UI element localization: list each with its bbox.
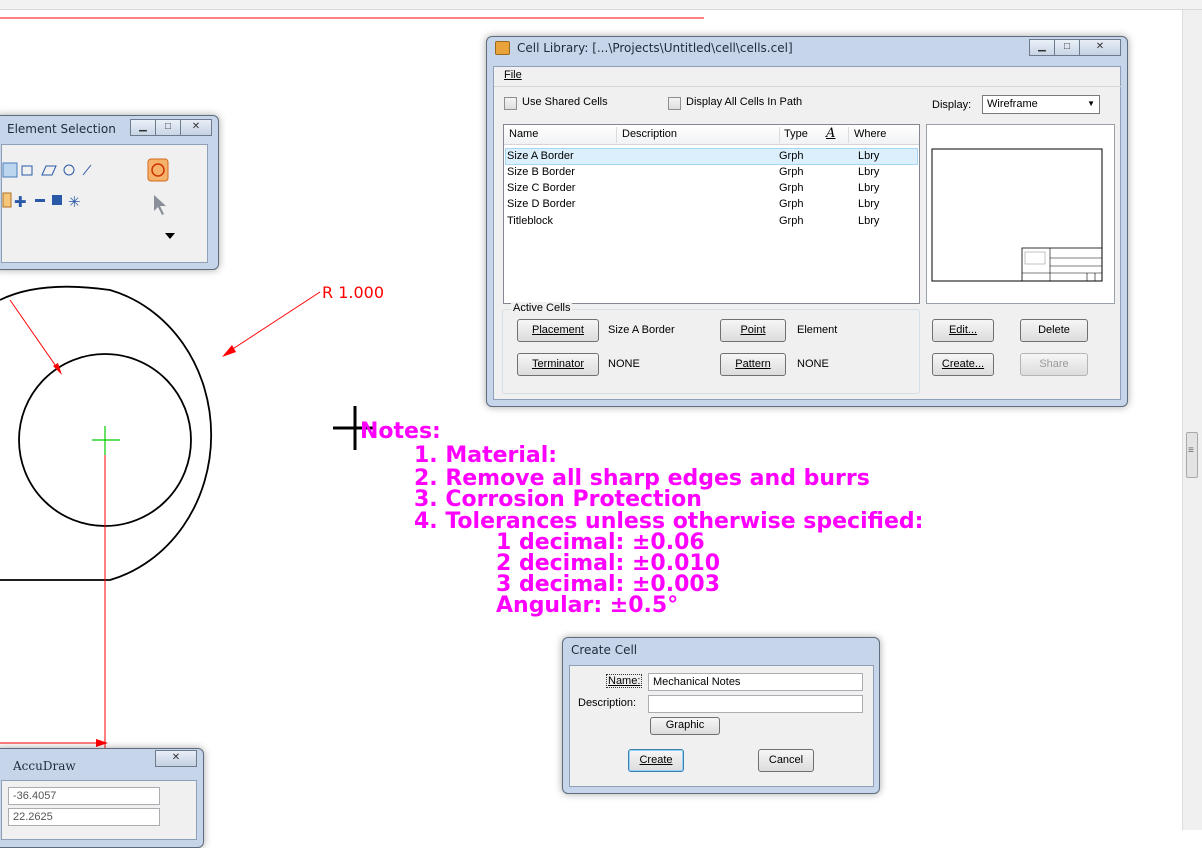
cell-library-body: File Use Shared Cells Display All Cells … bbox=[493, 66, 1122, 400]
cell-type: Grph bbox=[779, 198, 804, 210]
accudraw-x-field[interactable]: -36.4057 bbox=[8, 787, 160, 805]
table-row[interactable]: Titleblock Grph Lbry bbox=[505, 214, 918, 231]
cell-preview bbox=[926, 124, 1115, 304]
cell-name: Size D Border bbox=[507, 198, 576, 210]
cell-list[interactable]: Name Description Type A Where Size A Bor… bbox=[503, 124, 920, 304]
vertical-scrollbar[interactable] bbox=[1182, 10, 1202, 830]
pointer-arrow-icon[interactable] bbox=[154, 195, 166, 215]
scrollbar-thumb[interactable] bbox=[1186, 432, 1198, 478]
notes-line: 1. Material: bbox=[414, 443, 557, 468]
element-selection-window[interactable]: Element Selection ▁ □ ✕ ✚ ✳ bbox=[0, 115, 219, 270]
table-row[interactable]: Size D Border Grph Lbry bbox=[505, 197, 918, 214]
create-cell-button[interactable]: Create bbox=[628, 749, 684, 772]
cell-library-title: Cell Library: [...\Projects\Untitled\cel… bbox=[517, 41, 793, 55]
shape-selection-icon[interactable] bbox=[41, 165, 57, 176]
circle-selection-icon[interactable] bbox=[63, 164, 75, 176]
graphic-button[interactable]: Graphic bbox=[650, 717, 720, 735]
notes-line: Angular: ±0.5° bbox=[496, 593, 678, 618]
close-icon[interactable]: ✕ bbox=[180, 119, 212, 136]
display-label: Display: bbox=[932, 99, 972, 111]
use-shared-cells-label: Use Shared Cells bbox=[522, 96, 608, 108]
table-row[interactable]: Size A Border Grph Lbry bbox=[505, 148, 918, 165]
cell-list-header: Name Description Type A Where bbox=[504, 125, 919, 145]
description-field[interactable] bbox=[648, 695, 863, 713]
border-preview-graphic bbox=[931, 148, 1103, 282]
clear-selection-icon[interactable] bbox=[147, 158, 169, 182]
block-selection-icon[interactable] bbox=[21, 165, 33, 176]
chevron-down-icon[interactable] bbox=[165, 233, 175, 239]
chevron-down-icon: ▼ bbox=[1087, 99, 1095, 108]
placement-button[interactable]: Placement bbox=[517, 319, 599, 342]
accudraw-body: -36.4057 22.2625 bbox=[1, 780, 197, 840]
cell-where: Lbry bbox=[858, 150, 880, 162]
cell-name: Size C Border bbox=[507, 182, 576, 194]
file-menu[interactable]: File bbox=[504, 69, 522, 81]
create-cell-body: Name: Mechanical Notes Description: Grap… bbox=[569, 665, 874, 787]
selection-tools[interactable]: ✚ ✳ bbox=[2, 145, 209, 264]
use-shared-cells-checkbox[interactable] bbox=[504, 97, 517, 110]
cell-library-app-icon bbox=[495, 41, 510, 55]
subtract-mode-icon[interactable] bbox=[35, 199, 45, 202]
terminator-value: NONE bbox=[608, 358, 640, 370]
cell-library-window[interactable]: Cell Library: [...\Projects\Untitled\cel… bbox=[486, 36, 1128, 407]
share-button[interactable]: Share bbox=[1020, 353, 1088, 376]
cell-where: Lbry bbox=[858, 198, 880, 210]
cell-type: Grph bbox=[779, 215, 804, 227]
notes-heading: Notes: bbox=[360, 419, 441, 444]
display-all-cells-checkbox[interactable] bbox=[668, 97, 681, 110]
invert-mode-icon[interactable] bbox=[52, 195, 62, 205]
cell-name: Size B Border bbox=[507, 166, 575, 178]
placement-value: Size A Border bbox=[608, 324, 675, 336]
select-all-icon: ✳ bbox=[68, 194, 81, 211]
add-mode-icon: ✚ bbox=[14, 194, 27, 211]
description-label: Description: bbox=[578, 697, 637, 709]
display-dropdown[interactable]: Wireframe ▼ bbox=[982, 95, 1100, 114]
create-cell-dialog[interactable]: Create Cell Name: Mechanical Notes Descr… bbox=[562, 637, 880, 794]
individual-selection-icon[interactable] bbox=[2, 162, 18, 178]
accudraw-y-field[interactable]: 22.2625 bbox=[8, 808, 160, 826]
cancel-button[interactable]: Cancel bbox=[758, 749, 814, 772]
create-button[interactable]: Create... bbox=[932, 353, 994, 376]
cell-where: Lbry bbox=[858, 215, 880, 227]
close-icon[interactable]: ✕ bbox=[155, 750, 197, 767]
table-row[interactable]: Size C Border Grph Lbry bbox=[505, 181, 918, 198]
cell-type: Grph bbox=[779, 182, 804, 194]
table-row[interactable]: Size B Border Grph Lbry bbox=[505, 165, 918, 182]
column-header-where[interactable]: Where bbox=[854, 128, 886, 140]
name-label: Name: bbox=[606, 674, 643, 688]
delete-button[interactable]: Delete bbox=[1020, 319, 1088, 342]
minimize-icon[interactable]: ▁ bbox=[1029, 39, 1055, 56]
close-icon[interactable]: ✕ bbox=[1079, 39, 1121, 56]
cell-where: Lbry bbox=[858, 182, 880, 194]
maximize-icon[interactable]: □ bbox=[1054, 39, 1080, 56]
pattern-button[interactable]: Pattern bbox=[720, 353, 786, 376]
accudraw-window[interactable]: AccuDraw ✕ -36.4057 22.2625 bbox=[0, 748, 204, 848]
cell-name: Size A Border bbox=[507, 150, 574, 162]
column-header-description[interactable]: Description bbox=[622, 128, 677, 140]
minimize-icon[interactable]: ▁ bbox=[130, 119, 156, 136]
display-all-cells-label: Display All Cells In Path bbox=[686, 96, 803, 108]
column-header-type[interactable]: Type bbox=[784, 128, 808, 140]
cell-where: Lbry bbox=[858, 166, 880, 178]
maximize-icon[interactable]: □ bbox=[155, 119, 181, 136]
cell-type: Grph bbox=[779, 150, 804, 162]
name-field[interactable]: Mechanical Notes bbox=[648, 673, 863, 691]
cell-name: Titleblock bbox=[507, 215, 554, 227]
mode-new-icon[interactable] bbox=[2, 192, 12, 208]
edit-button[interactable]: Edit... bbox=[932, 319, 994, 342]
terminator-button[interactable]: Terminator bbox=[517, 353, 599, 376]
column-header-name[interactable]: Name bbox=[509, 128, 538, 140]
pattern-value: NONE bbox=[797, 358, 829, 370]
point-button[interactable]: Point bbox=[720, 319, 786, 342]
line-selection-icon[interactable] bbox=[82, 164, 92, 176]
display-dropdown-value: Wireframe bbox=[987, 98, 1038, 110]
element-selection-body: ✚ ✳ bbox=[1, 144, 208, 263]
font-icon: A bbox=[826, 126, 836, 141]
menu-separator bbox=[494, 86, 1122, 87]
active-cells-label: Active Cells bbox=[511, 302, 573, 314]
create-cell-title: Create Cell bbox=[571, 643, 638, 657]
toolbar-strip bbox=[0, 0, 1202, 10]
point-value: Element bbox=[797, 324, 838, 336]
cell-type: Grph bbox=[779, 166, 804, 178]
